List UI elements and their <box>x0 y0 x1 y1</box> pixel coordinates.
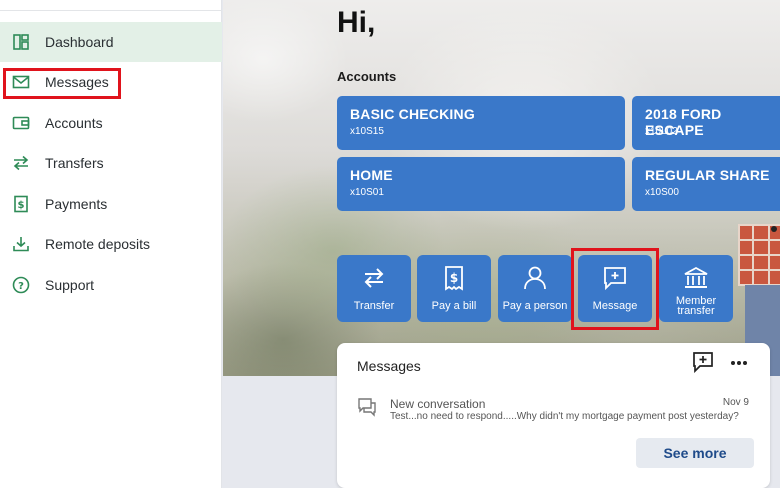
pay-person-button[interactable]: Pay a person <box>498 255 572 322</box>
sidebar-item-payments[interactable]: $ Payments <box>0 184 222 224</box>
sidebar-item-label: Remote deposits <box>45 236 151 252</box>
see-more-button[interactable]: See more <box>636 438 754 468</box>
sidebar-item-label: Accounts <box>45 115 103 131</box>
messages-title: Messages <box>357 358 421 374</box>
transfer-arrows-icon <box>13 155 29 171</box>
download-icon <box>13 237 29 252</box>
sidebar-item-accounts[interactable]: Accounts <box>0 103 222 143</box>
account-card[interactable]: BASIC CHECKING x10S15 <box>337 96 625 150</box>
sidebar-item-label: Dashboard <box>45 34 114 50</box>
message-date: Nov 9 <box>722 397 749 408</box>
account-name: HOME <box>350 167 393 183</box>
new-message-icon[interactable] <box>692 351 714 373</box>
pay-bill-button[interactable]: $ Pay a bill <box>417 255 491 322</box>
wallet-icon <box>12 116 30 130</box>
action-label: Pay a person <box>502 300 568 312</box>
sidebar-item-transfers[interactable]: Transfers <box>0 143 222 183</box>
sidebar: Dashboard Messages Accounts Transfers $ … <box>0 0 222 488</box>
transfer-button[interactable]: Transfer <box>337 255 411 322</box>
svg-text:$: $ <box>18 200 25 211</box>
svg-text:$: $ <box>450 271 458 285</box>
account-number: x10S00 <box>645 187 679 198</box>
conversation-icon <box>358 398 376 417</box>
account-card[interactable]: HOME x10S01 <box>337 157 625 211</box>
account-number: x10L02 <box>645 126 678 137</box>
action-label: Transfer <box>353 300 395 312</box>
message-subject: New conversation <box>390 397 486 411</box>
transfer-icon <box>364 268 384 288</box>
account-number: x10S01 <box>350 187 384 198</box>
sidebar-item-support[interactable]: ? Support <box>0 265 222 305</box>
more-options-icon[interactable] <box>729 353 749 373</box>
sidebar-item-label: Payments <box>45 196 108 212</box>
divider <box>0 10 222 11</box>
account-card[interactable]: REGULAR SHARE x10S00 <box>632 157 780 211</box>
svg-text:?: ? <box>18 281 24 292</box>
highlight-box <box>3 68 121 99</box>
message-preview: Test...no need to respond.....Why didn't… <box>390 411 739 422</box>
dashboard-icon <box>13 34 29 50</box>
highlight-box <box>571 248 659 330</box>
action-label: Pay a bill <box>431 300 477 312</box>
sidebar-item-remote-deposits[interactable]: Remote deposits <box>0 224 222 264</box>
account-number: x10S15 <box>350 126 384 137</box>
dollar-receipt-icon: $ <box>14 195 28 213</box>
person-icon <box>524 266 546 290</box>
bank-icon <box>684 266 708 288</box>
account-name: BASIC CHECKING <box>350 106 475 122</box>
carousel-dot[interactable] <box>771 226 777 232</box>
greeting: Hi, <box>337 6 376 39</box>
bill-icon: $ <box>445 266 463 291</box>
sidebar-item-dashboard[interactable]: Dashboard <box>0 22 222 62</box>
action-label: transfer <box>677 305 715 317</box>
account-card[interactable]: 2018 FORD ESCAPE x10L02 <box>632 96 780 150</box>
account-name: REGULAR SHARE <box>645 167 770 183</box>
member-transfer-button[interactable]: Member transfer <box>659 255 733 322</box>
sidebar-item-label: Transfers <box>45 155 104 171</box>
help-circle-icon: ? <box>12 276 30 294</box>
messages-card: Messages New conversation Nov 9 Test...n… <box>337 343 770 488</box>
accounts-heading: Accounts <box>337 69 397 84</box>
sidebar-item-label: Support <box>45 277 95 293</box>
